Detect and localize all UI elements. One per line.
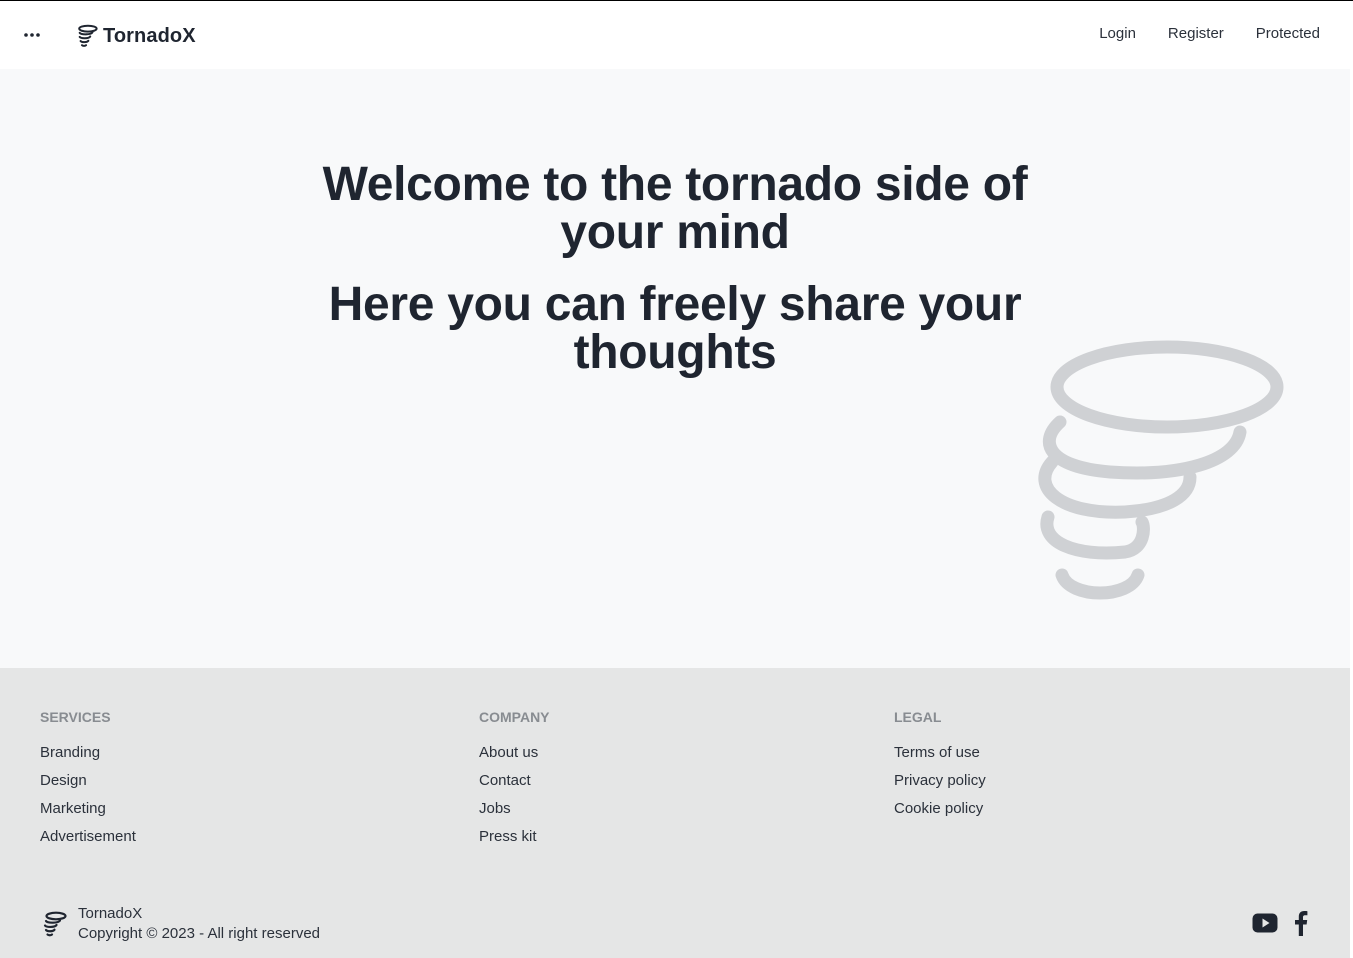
- footer-legal-column: Legal Terms of use Privacy policy Cookie…: [894, 708, 986, 828]
- footer-link-privacy-policy[interactable]: Privacy policy: [894, 772, 986, 800]
- footer-link-contact[interactable]: Contact: [479, 772, 550, 800]
- footer-company-column: Company About us Contact Jobs Press kit: [479, 708, 550, 856]
- copyright-text: Copyright © 2023 - All right reserved: [78, 925, 320, 942]
- footer-link-advertisement[interactable]: Advertisement: [40, 828, 136, 856]
- footer-link-cookie-policy[interactable]: Cookie policy: [894, 800, 986, 828]
- footer-legal-heading: Legal: [894, 709, 942, 725]
- youtube-icon[interactable]: [1252, 913, 1278, 938]
- hero-section: Welcome to the tornado side of your mind…: [0, 69, 1350, 668]
- footer-link-about-us[interactable]: About us: [479, 744, 550, 772]
- nav-login-link[interactable]: Login: [1099, 25, 1136, 42]
- footer-link-press-kit[interactable]: Press kit: [479, 828, 550, 856]
- hero-title: Welcome to the tornado side of your mind: [322, 158, 1028, 259]
- footer-link-branding[interactable]: Branding: [40, 744, 136, 772]
- footer-services-heading: Services: [40, 709, 111, 725]
- navbar: TornadoX Login Register Protected: [0, 1, 1350, 69]
- nav-register-link[interactable]: Register: [1168, 25, 1224, 42]
- footer-link-marketing[interactable]: Marketing: [40, 800, 136, 828]
- footer-link-design[interactable]: Design: [40, 772, 136, 800]
- social-links: [1236, 910, 1308, 941]
- tornado-icon: [1038, 340, 1284, 600]
- facebook-icon[interactable]: [1294, 910, 1308, 941]
- tornado-logo-icon: [78, 24, 98, 47]
- page: TornadoX Login Register Protected Welcom…: [0, 0, 1353, 958]
- tornado-logo-icon: [43, 911, 67, 937]
- footer: Services Branding Design Marketing Adver…: [0, 668, 1350, 958]
- menu-button[interactable]: [18, 23, 46, 47]
- brand-link[interactable]: TornadoX: [76, 22, 196, 50]
- footer-brand: TornadoX Copyright © 2023 - All right re…: [40, 904, 320, 944]
- footer-link-jobs[interactable]: Jobs: [479, 800, 550, 828]
- hero-subtitle: Here you can freely share your thoughts: [328, 278, 1022, 379]
- brand-name: TornadoX: [103, 24, 196, 47]
- nav-protected-link[interactable]: Protected: [1256, 25, 1320, 42]
- more-horizontal-icon: [24, 33, 40, 37]
- footer-brand-text: TornadoX Copyright © 2023 - All right re…: [78, 904, 320, 944]
- footer-company-heading: Company: [479, 709, 550, 725]
- footer-brand-name: TornadoX: [78, 905, 143, 922]
- footer-link-terms-of-use[interactable]: Terms of use: [894, 744, 986, 772]
- footer-services-column: Services Branding Design Marketing Adver…: [40, 708, 136, 856]
- nav-links: Login Register Protected: [1067, 25, 1320, 42]
